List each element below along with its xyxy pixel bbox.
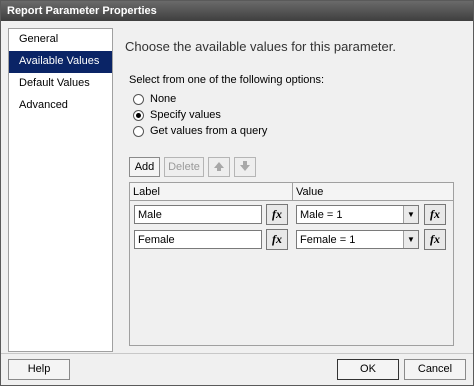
values-grid: Label Value Male fx Male = 1 ▼ fx Female… [129,182,454,346]
label-expression-button[interactable]: fx [266,204,288,225]
value-combo-text: Male = 1 [300,209,343,221]
sidebar-item-available-values[interactable]: Available Values [9,51,112,73]
page-heading: Choose the available values for this par… [125,39,396,54]
radio-none[interactable] [133,93,144,105]
sidebar: General Available Values Default Values … [8,28,113,352]
option-specify-values-label: Specify values [150,109,221,121]
option-specify-values[interactable]: Specify values [133,107,221,123]
label-expression-button[interactable]: fx [266,229,288,250]
value-combo[interactable]: Female = 1 ▼ [296,230,419,249]
sidebar-item-default-values[interactable]: Default Values [9,73,112,95]
chevron-down-icon[interactable]: ▼ [403,206,418,223]
report-parameter-properties-dialog: Report Parameter Properties General Avai… [0,0,474,386]
value-expression-button[interactable]: fx [424,204,446,225]
title-bar: Report Parameter Properties [1,1,473,21]
chevron-down-icon[interactable]: ▼ [403,231,418,248]
radio-specify-values[interactable] [133,109,144,121]
option-none-label: None [150,93,177,105]
option-query-label: Get values from a query [150,125,268,137]
move-down-button[interactable] [234,157,256,177]
grid-header: Label Value [130,183,453,201]
column-header-value: Value [296,186,324,198]
add-button[interactable]: Add [129,157,160,177]
dialog-title: Report Parameter Properties [7,5,157,17]
cancel-button[interactable]: Cancel [404,359,466,380]
label-input[interactable]: Male [134,205,262,224]
delete-button[interactable]: Delete [164,157,204,177]
value-expression-button[interactable]: fx [424,229,446,250]
footer-divider [1,353,473,354]
column-header-label: Label [133,186,160,198]
radio-query[interactable] [133,125,144,137]
move-up-button[interactable] [208,157,230,177]
label-input[interactable]: Female [134,230,262,249]
options-label: Select from one of the following options… [129,74,325,86]
arrow-down-icon [240,161,250,171]
help-button[interactable]: Help [8,359,70,380]
sidebar-item-general[interactable]: General [9,29,112,51]
value-combo[interactable]: Male = 1 ▼ [296,205,419,224]
value-combo-text: Female = 1 [300,234,356,246]
option-query[interactable]: Get values from a query [133,123,267,139]
arrow-up-icon [214,162,224,171]
option-none[interactable]: None [133,91,176,107]
column-divider [292,183,293,201]
sidebar-item-advanced[interactable]: Advanced [9,95,112,117]
ok-button[interactable]: OK [337,359,399,380]
